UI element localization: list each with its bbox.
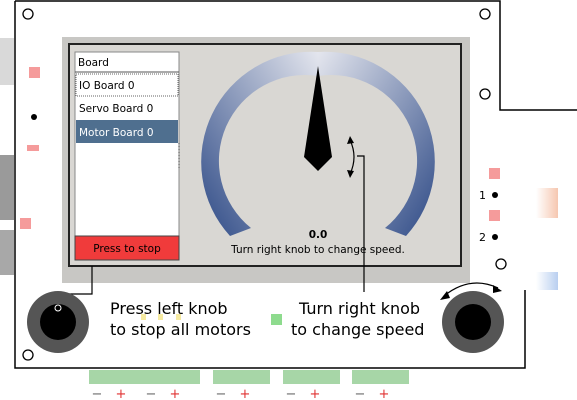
power-terminals: − + − + − + − + − + (89, 370, 409, 400)
board-list-header: Board (78, 57, 109, 69)
right-knob-arrow-right (493, 285, 502, 293)
left-callout-line1: Press left knob (110, 299, 228, 318)
speed-value: 0.0 (309, 229, 328, 241)
speed-hint: Turn right knob to change speed. (230, 244, 405, 256)
terminal-minus-label: − (286, 387, 297, 400)
terminal-block (352, 370, 409, 384)
led-yellow-1 (141, 314, 146, 320)
led-green (271, 314, 282, 325)
mounting-hole-mid-right (479, 88, 491, 100)
terminal-plus-label: + (240, 387, 251, 400)
left-edge-shade-3 (0, 230, 14, 275)
dot-left (31, 114, 37, 120)
left-knob-press-dot (54, 304, 62, 312)
terminal-block (213, 370, 270, 384)
led-left-mid (27, 145, 39, 151)
mounting-hole-right (495, 258, 507, 270)
pin-1-dot (492, 192, 498, 198)
led-yellow-3 (176, 314, 181, 320)
list-item-motor-board-label: Motor Board 0 (79, 127, 154, 139)
left-edge-shade-1 (0, 38, 14, 85)
board-diagram: 1 2 Board IO Board 0 Servo Board 0 Motor… (0, 0, 577, 400)
pin-1-label: 1 (479, 189, 486, 202)
terminal-minus-label: − (355, 387, 366, 400)
pin-2-dot (492, 234, 498, 240)
terminal-block (143, 370, 200, 384)
mounting-hole-top-left (22, 8, 34, 20)
list-item-io-board-label: IO Board 0 (79, 80, 135, 92)
terminal-plus-label: + (379, 387, 390, 400)
led-left-top (29, 67, 40, 78)
terminal-plus-label: + (310, 387, 321, 400)
terminal-minus-label: − (216, 387, 227, 400)
terminal-block (283, 370, 340, 384)
left-callout-line2: to stop all motors (110, 320, 251, 339)
right-callout-line1: Turn right knob (298, 299, 420, 318)
list-item-servo-board-label: Servo Board 0 (79, 103, 153, 115)
stop-button-label: Press to stop (93, 243, 161, 255)
right-edge-glow-2 (536, 272, 558, 290)
led-right-mid (489, 210, 500, 221)
mounting-hole-top-right (479, 8, 491, 20)
right-edge-glow-1 (536, 188, 558, 218)
led-right-top (489, 168, 500, 179)
right-knob-cap (455, 304, 491, 340)
terminal-plus-label: + (116, 387, 127, 400)
led-yellow-2 (158, 314, 163, 320)
right-callout-line2: to change speed (291, 320, 424, 339)
pin-2-label: 2 (479, 231, 486, 244)
terminal-minus-label: − (92, 387, 103, 400)
mounting-hole-bottom-left (22, 349, 34, 361)
terminal-minus-label: − (146, 387, 157, 400)
terminal-plus-label: + (170, 387, 181, 400)
left-edge-shade-2 (0, 155, 14, 220)
led-left-low (20, 218, 31, 229)
terminal-block (89, 370, 146, 384)
